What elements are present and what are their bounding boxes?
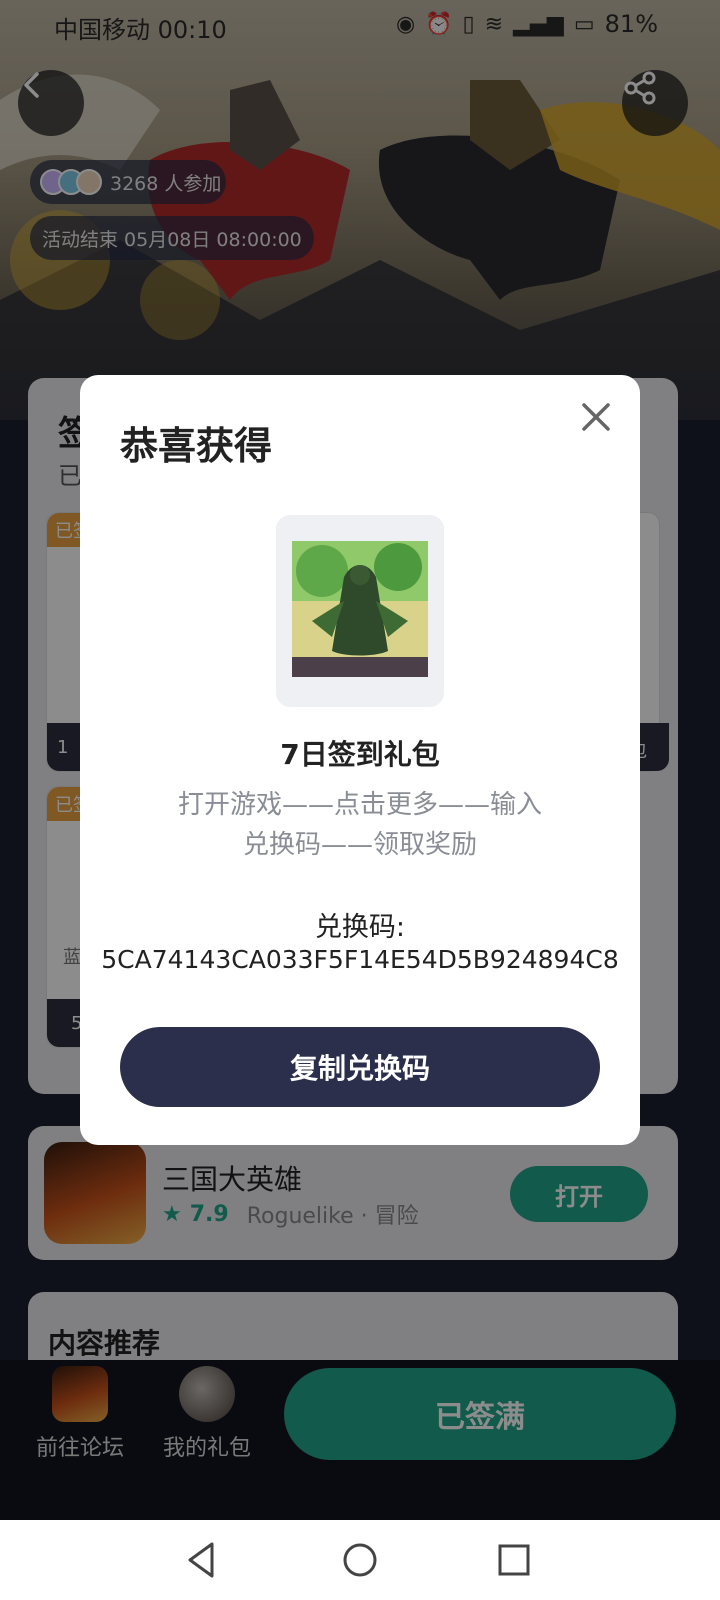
gift-instructions: 打开游戏——点击更多——输入 兑换码——领取奖励 [120, 785, 600, 865]
gift-image [292, 541, 428, 677]
instructions-line-1: 打开游戏——点击更多——输入 [177, 790, 542, 820]
system-nav-bar [0, 1520, 720, 1600]
close-button[interactable] [574, 395, 618, 439]
gift-image-frame [276, 515, 444, 707]
nav-recents-icon[interactable] [494, 1540, 534, 1580]
nav-back-icon[interactable] [182, 1540, 222, 1580]
redeem-code-value[interactable]: 5CA74143CA033F5F14E54D5B924894C8 [80, 945, 640, 974]
redeem-code-label: 兑换码: [314, 912, 406, 943]
reward-dialog: 恭喜获得 7日签到礼包 打开游戏——点击更多——输入 兑换码——领取奖励 兑换码… [80, 375, 640, 1145]
gift-name: 7日签到礼包 [280, 738, 440, 771]
instructions-line-2: 兑换码——领取奖励 [242, 830, 477, 860]
copy-code-button[interactable]: 复制兑换码 [120, 1027, 600, 1107]
dialog-title: 恭喜获得 [120, 424, 273, 468]
close-icon [582, 403, 610, 431]
nav-home-icon[interactable] [340, 1540, 380, 1580]
